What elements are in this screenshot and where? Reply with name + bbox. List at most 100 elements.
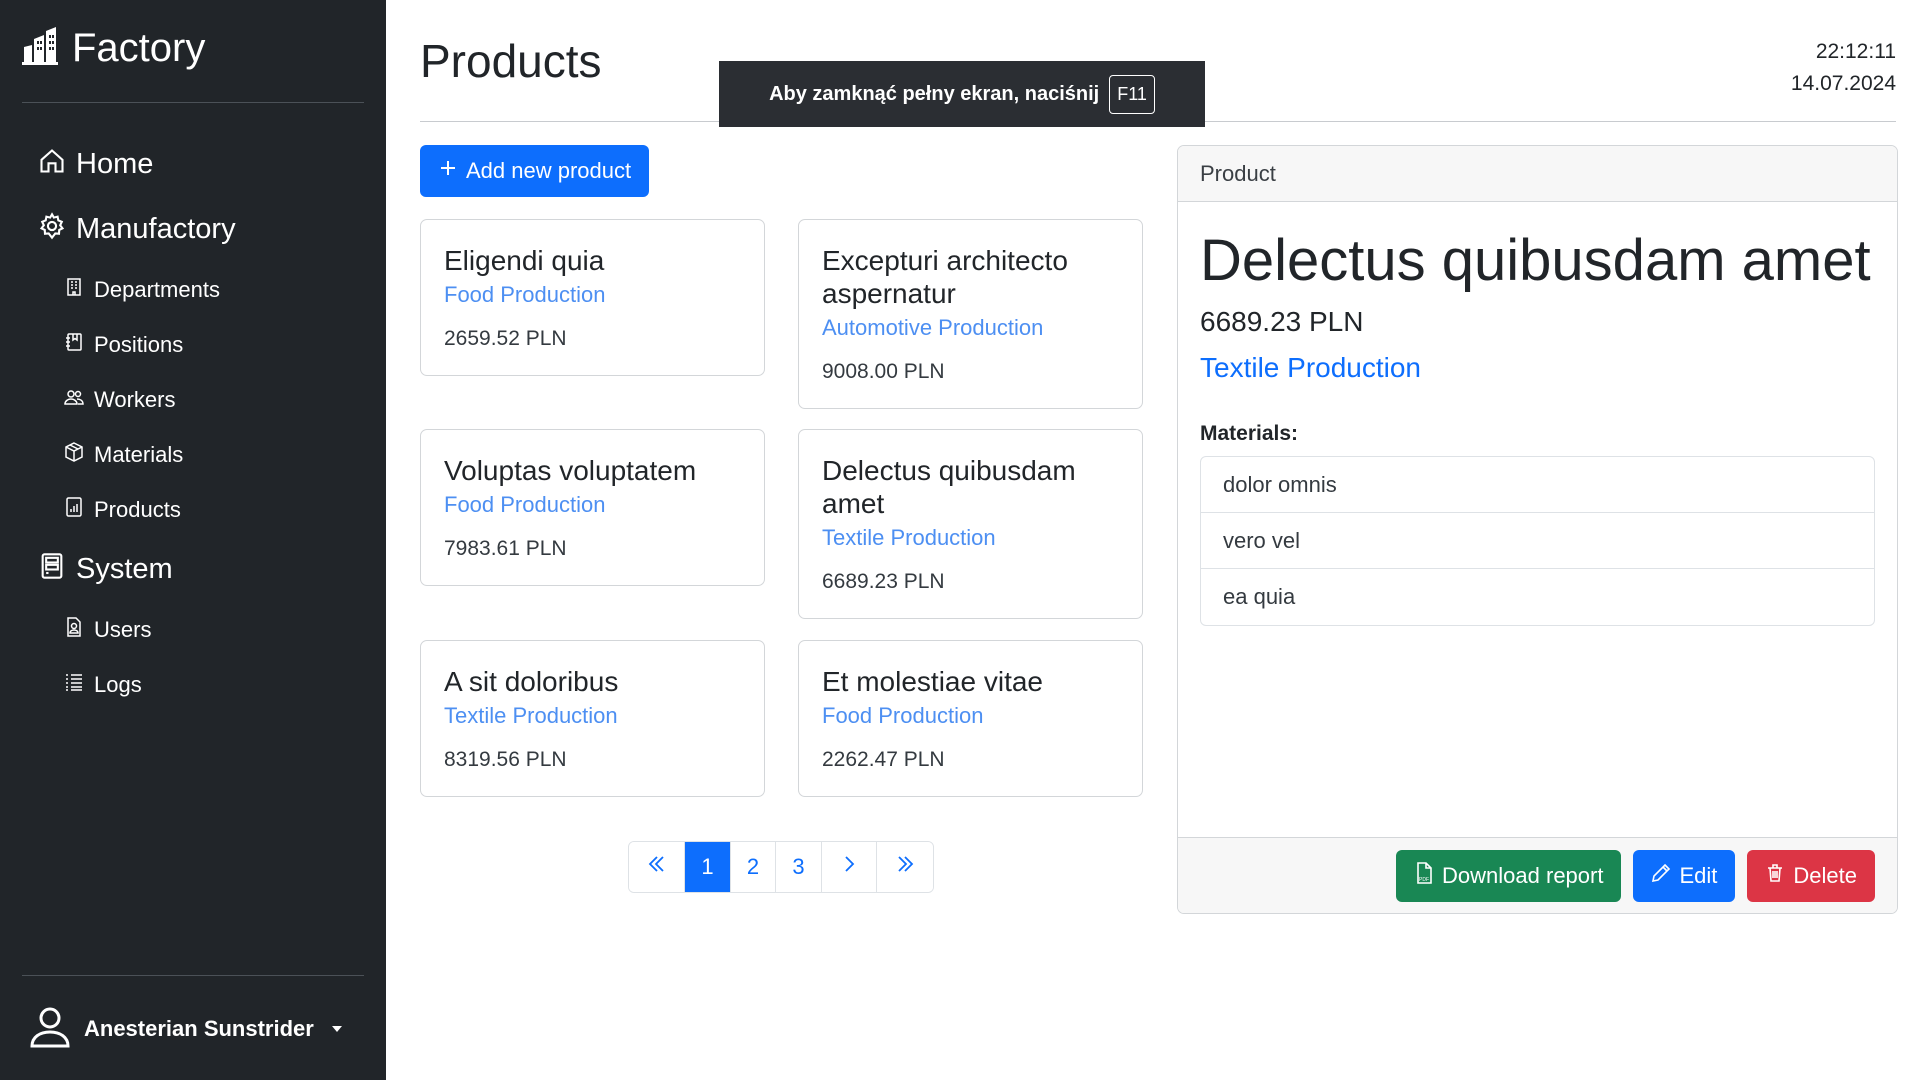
server-icon [38, 552, 66, 588]
gear-icon [38, 211, 66, 248]
product-category: Food Production [444, 282, 606, 307]
fullscreen-notice-text: Aby zamknąć pełny ekran, naciśnij [769, 82, 1100, 105]
sidebar-item-logs[interactable]: Logs [38, 657, 368, 712]
sidebar-item-label: Products [94, 496, 181, 522]
sidebar-divider [22, 975, 364, 976]
materials-list: dolor omnis vero vel ea quia [1200, 456, 1875, 626]
product-card[interactable]: Delectus quibusdam amet Textile Producti… [798, 429, 1143, 619]
sidebar-item-label: Workers [94, 386, 176, 412]
sidebar-item-manufactory[interactable]: Manufactory [38, 197, 368, 262]
product-card[interactable]: Eligendi quia Food Production 2659.52 PL… [420, 219, 765, 376]
fullscreen-key: F11 [1109, 74, 1155, 114]
chevron-right-icon [839, 854, 859, 880]
sidebar-item-label: Manufactory [76, 213, 236, 245]
detail-footer: PDF Download report Edit Delete [1178, 837, 1897, 913]
person-file-icon [64, 616, 84, 643]
sidebar-item-system[interactable]: System [38, 537, 368, 602]
people-icon [64, 387, 84, 413]
product-price: 6689.23 PLN [822, 570, 945, 593]
material-item: dolor omnis [1201, 457, 1874, 513]
sidebar-item-users[interactable]: Users [38, 602, 368, 657]
user-name: Anesterian Sunstrider [84, 1016, 314, 1041]
product-price: 7983.61 PLN [444, 537, 567, 560]
list-icon [64, 672, 84, 698]
detail-body: Delectus quibusdam amet 6689.23 PLN Text… [1178, 202, 1897, 650]
sidebar-item-label: Users [94, 616, 152, 642]
brand-name: Factory [72, 26, 206, 70]
clock: 22:12:11 14.07.2024 [1791, 36, 1896, 100]
product-price: 2659.52 PLN [444, 327, 567, 350]
user-menu[interactable]: Anesterian Sunstrider [28, 1004, 342, 1054]
sidebar-item-label: Positions [94, 331, 184, 357]
house-icon [38, 147, 66, 183]
delete-button[interactable]: Delete [1747, 849, 1875, 902]
journal-icon [64, 332, 84, 358]
clock-time: 22:12:11 [1815, 40, 1896, 63]
svg-text:PDF: PDF [1419, 877, 1429, 883]
product-category: Food Production [444, 492, 606, 517]
material-item: ea quia [1223, 584, 1296, 609]
product-card[interactable]: Et molestiae vitae Food Production 2262.… [798, 640, 1143, 797]
product-card[interactable]: A sit doloribus Textile Production 8319.… [420, 640, 765, 797]
pencil-icon [1651, 862, 1671, 890]
product-price: 8319.56 PLN [444, 748, 567, 771]
page-button-1[interactable]: 1 [685, 842, 731, 892]
product-detail-panel: Product Delectus quibusdam amet 6689.23 … [1177, 145, 1898, 914]
sidebar-item-workers[interactable]: Workers [38, 372, 368, 427]
chart-file-icon [64, 496, 84, 523]
first-page-button[interactable] [629, 842, 685, 892]
delete-label: Delete [1793, 862, 1857, 888]
sidebar-nav: Home Manufactory Departments Positions W… [38, 132, 368, 712]
materials-label: Materials: [1200, 422, 1299, 445]
download-report-label: Download report [1442, 862, 1604, 888]
edit-label: Edit [1679, 862, 1718, 888]
person-icon [28, 1004, 72, 1054]
download-report-button[interactable]: PDF Download report [1396, 849, 1622, 902]
sidebar-item-label: Home [76, 148, 154, 180]
detail-product-category[interactable]: Textile Production [1200, 352, 1421, 384]
fullscreen-notice: Aby zamknąć pełny ekran, naciśnij F11 [719, 61, 1205, 127]
brand[interactable]: Factory [22, 26, 205, 71]
next-page-button[interactable] [822, 842, 877, 892]
page-button-3[interactable]: 3 [776, 842, 822, 892]
detail-product-name: Delectus quibusdam amet [1200, 228, 1871, 293]
add-product-label: Add new product [466, 158, 632, 183]
add-product-button[interactable]: Add new product [420, 145, 650, 197]
pdf-file-icon: PDF [1414, 861, 1434, 890]
building-icon [22, 27, 58, 70]
pagination: 1 2 3 [628, 841, 934, 893]
product-name: Delectus quibusdam amet [822, 455, 1076, 519]
box-icon [64, 441, 84, 468]
product-card[interactable]: Excepturi architecto aspernatur Automoti… [798, 219, 1143, 409]
product-name: A sit doloribus [444, 666, 619, 697]
trash-icon [1765, 862, 1785, 890]
double-chevron-right-icon [895, 854, 915, 880]
sidebar-item-departments[interactable]: Departments [38, 262, 368, 317]
plus-icon [438, 157, 458, 185]
product-name: Eligendi quia [444, 245, 605, 276]
product-price: 2262.47 PLN [822, 748, 945, 771]
detail-header: Product [1178, 146, 1897, 202]
product-name: Excepturi architecto aspernatur [822, 245, 1068, 309]
sidebar-item-products[interactable]: Products [38, 482, 368, 537]
product-name: Et molestiae vitae [822, 666, 1043, 697]
sidebar-item-label: Departments [94, 276, 220, 302]
sidebar-divider [22, 102, 364, 103]
sidebar-item-label: System [76, 553, 173, 585]
page-title: Products [420, 35, 602, 87]
sidebar-item-label: Logs [94, 671, 142, 697]
product-card[interactable]: Voluptas voluptatem Food Production 7983… [420, 429, 765, 586]
detail-product-price: 6689.23 PLN [1200, 306, 1364, 337]
double-chevron-left-icon [647, 854, 667, 880]
sidebar: Factory Home Manufactory Departments Pos… [0, 0, 386, 1080]
caret-down-icon [331, 1026, 342, 1032]
product-category: Automotive Production [822, 315, 1044, 340]
edit-button[interactable]: Edit [1633, 849, 1736, 902]
sidebar-item-positions[interactable]: Positions [38, 317, 368, 372]
page-button-2[interactable]: 2 [731, 842, 776, 892]
sidebar-item-home[interactable]: Home [38, 132, 368, 197]
product-category: Food Production [822, 703, 984, 728]
last-page-button[interactable] [877, 842, 933, 892]
sidebar-item-materials[interactable]: Materials [38, 427, 368, 482]
sidebar-item-label: Materials [94, 441, 184, 467]
